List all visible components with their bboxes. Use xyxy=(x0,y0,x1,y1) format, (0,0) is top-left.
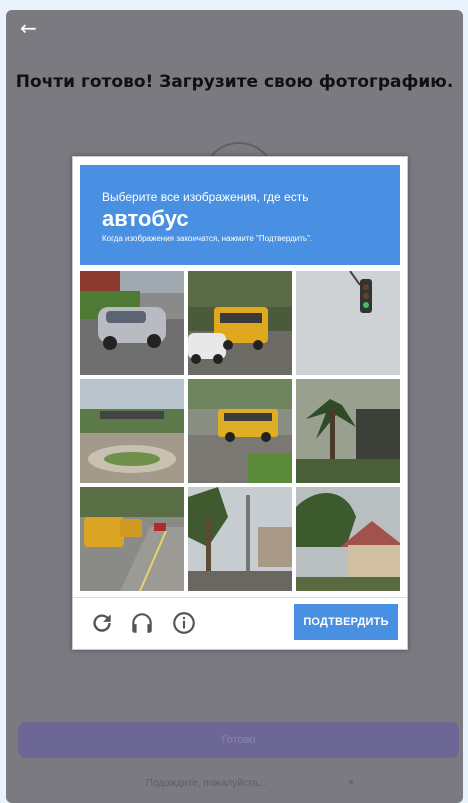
wait-text: Подождите, пожалуйста... xyxy=(145,778,267,789)
captcha-tile-4[interactable] xyxy=(80,379,184,483)
done-button[interactable]: Готово xyxy=(18,722,459,758)
captcha-target-word: автобус xyxy=(102,206,189,231)
captcha-tile-9[interactable] xyxy=(296,487,400,591)
captcha-tile-6[interactable] xyxy=(296,379,400,483)
reload-icon[interactable] xyxy=(89,610,115,636)
page-title: Почти готово! Загрузите свою фотографию. xyxy=(15,72,454,92)
captcha-tile-1[interactable] xyxy=(80,271,184,375)
loading-dot-icon xyxy=(349,780,353,784)
captcha-tile-5[interactable] xyxy=(188,379,292,483)
captcha-tile-2[interactable] xyxy=(188,271,292,375)
captcha-header: Выберите все изображения, где есть автоб… xyxy=(80,165,400,265)
captcha-footer-divider xyxy=(73,597,407,598)
captcha-image-grid xyxy=(80,271,400,591)
captcha-tile-7[interactable] xyxy=(80,487,184,591)
captcha-tile-8[interactable] xyxy=(188,487,292,591)
back-arrow-icon[interactable]: ← xyxy=(20,16,44,40)
headphones-icon[interactable] xyxy=(129,610,155,636)
captcha-tile-3[interactable] xyxy=(296,271,400,375)
captcha-note: Когда изображения закончатся, нажмите "П… xyxy=(102,234,313,243)
info-icon[interactable] xyxy=(171,610,197,636)
verify-button[interactable]: ПОДТВЕРДИТЬ xyxy=(294,604,398,640)
recaptcha-dialog: Выберите все изображения, где есть автоб… xyxy=(72,156,408,650)
captcha-instruction: Выберите все изображения, где есть xyxy=(102,190,309,204)
